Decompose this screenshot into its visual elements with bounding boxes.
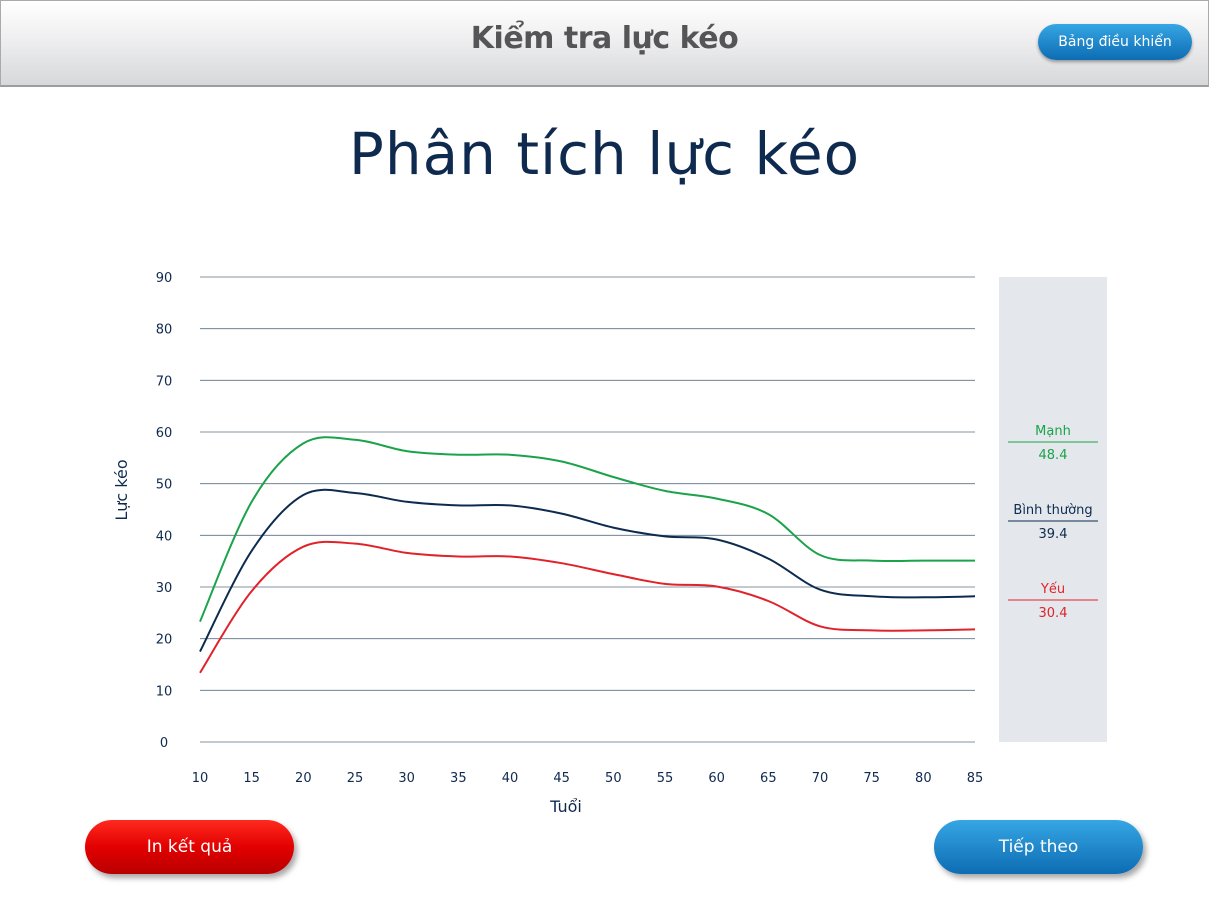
x-tick-label: 85 <box>967 771 984 786</box>
series-line-weak <box>199 540 976 674</box>
x-tick-label: 60 <box>708 771 725 786</box>
series-line-strong <box>199 436 975 622</box>
y-tick-label: 30 <box>156 581 173 596</box>
y-tick-label: 80 <box>156 323 173 338</box>
x-tick-label: 45 <box>553 771 570 786</box>
y-tick-label: 20 <box>156 633 173 648</box>
x-tick-label: 25 <box>347 771 364 786</box>
y-tick-label: 60 <box>156 426 173 441</box>
x-tick-label: 55 <box>657 771 674 786</box>
legend-normal-label: Bình thường <box>1013 503 1092 518</box>
y-axis-label: Lực kéo <box>112 459 131 520</box>
x-tick-label: 50 <box>605 771 622 786</box>
x-tick-label: 10 <box>192 771 209 786</box>
x-tick-label: 70 <box>812 771 829 786</box>
y-tick-label: 70 <box>156 374 173 389</box>
x-axis-label: Tuổi <box>549 797 582 816</box>
x-tick-label: 65 <box>760 771 777 786</box>
y-tick-label: 10 <box>156 684 173 699</box>
x-tick-label: 20 <box>295 771 312 786</box>
grip-strength-chart: 0 10 20 30 40 50 60 70 80 90 10 15 20 25 30 35 40 45 50 55… <box>112 271 1107 816</box>
y-tick-label: 50 <box>156 478 173 493</box>
legend-strong-value: 48.4 <box>1039 448 1068 463</box>
series-line-normal <box>199 488 976 653</box>
legend-weak-value: 30.4 <box>1039 606 1068 621</box>
x-tick-label: 80 <box>915 771 932 786</box>
x-tick-label: 75 <box>863 771 880 786</box>
legend-weak-label: Yếu <box>1040 582 1065 597</box>
y-tick-label: 40 <box>156 529 173 544</box>
x-tick-label: 35 <box>450 771 467 786</box>
y-tick-label: 90 <box>156 271 173 286</box>
x-tick-label: 40 <box>502 771 519 786</box>
next-button[interactable]: Tiếp theo <box>934 820 1143 874</box>
print-results-button[interactable]: In kết quả <box>85 820 294 874</box>
legend-strong-label: Mạnh <box>1035 424 1071 439</box>
x-tick-label: 30 <box>398 771 415 786</box>
x-tick-label: 15 <box>243 771 260 786</box>
legend-normal-value: 39.4 <box>1039 527 1068 542</box>
y-tick-label: 0 <box>160 736 168 751</box>
